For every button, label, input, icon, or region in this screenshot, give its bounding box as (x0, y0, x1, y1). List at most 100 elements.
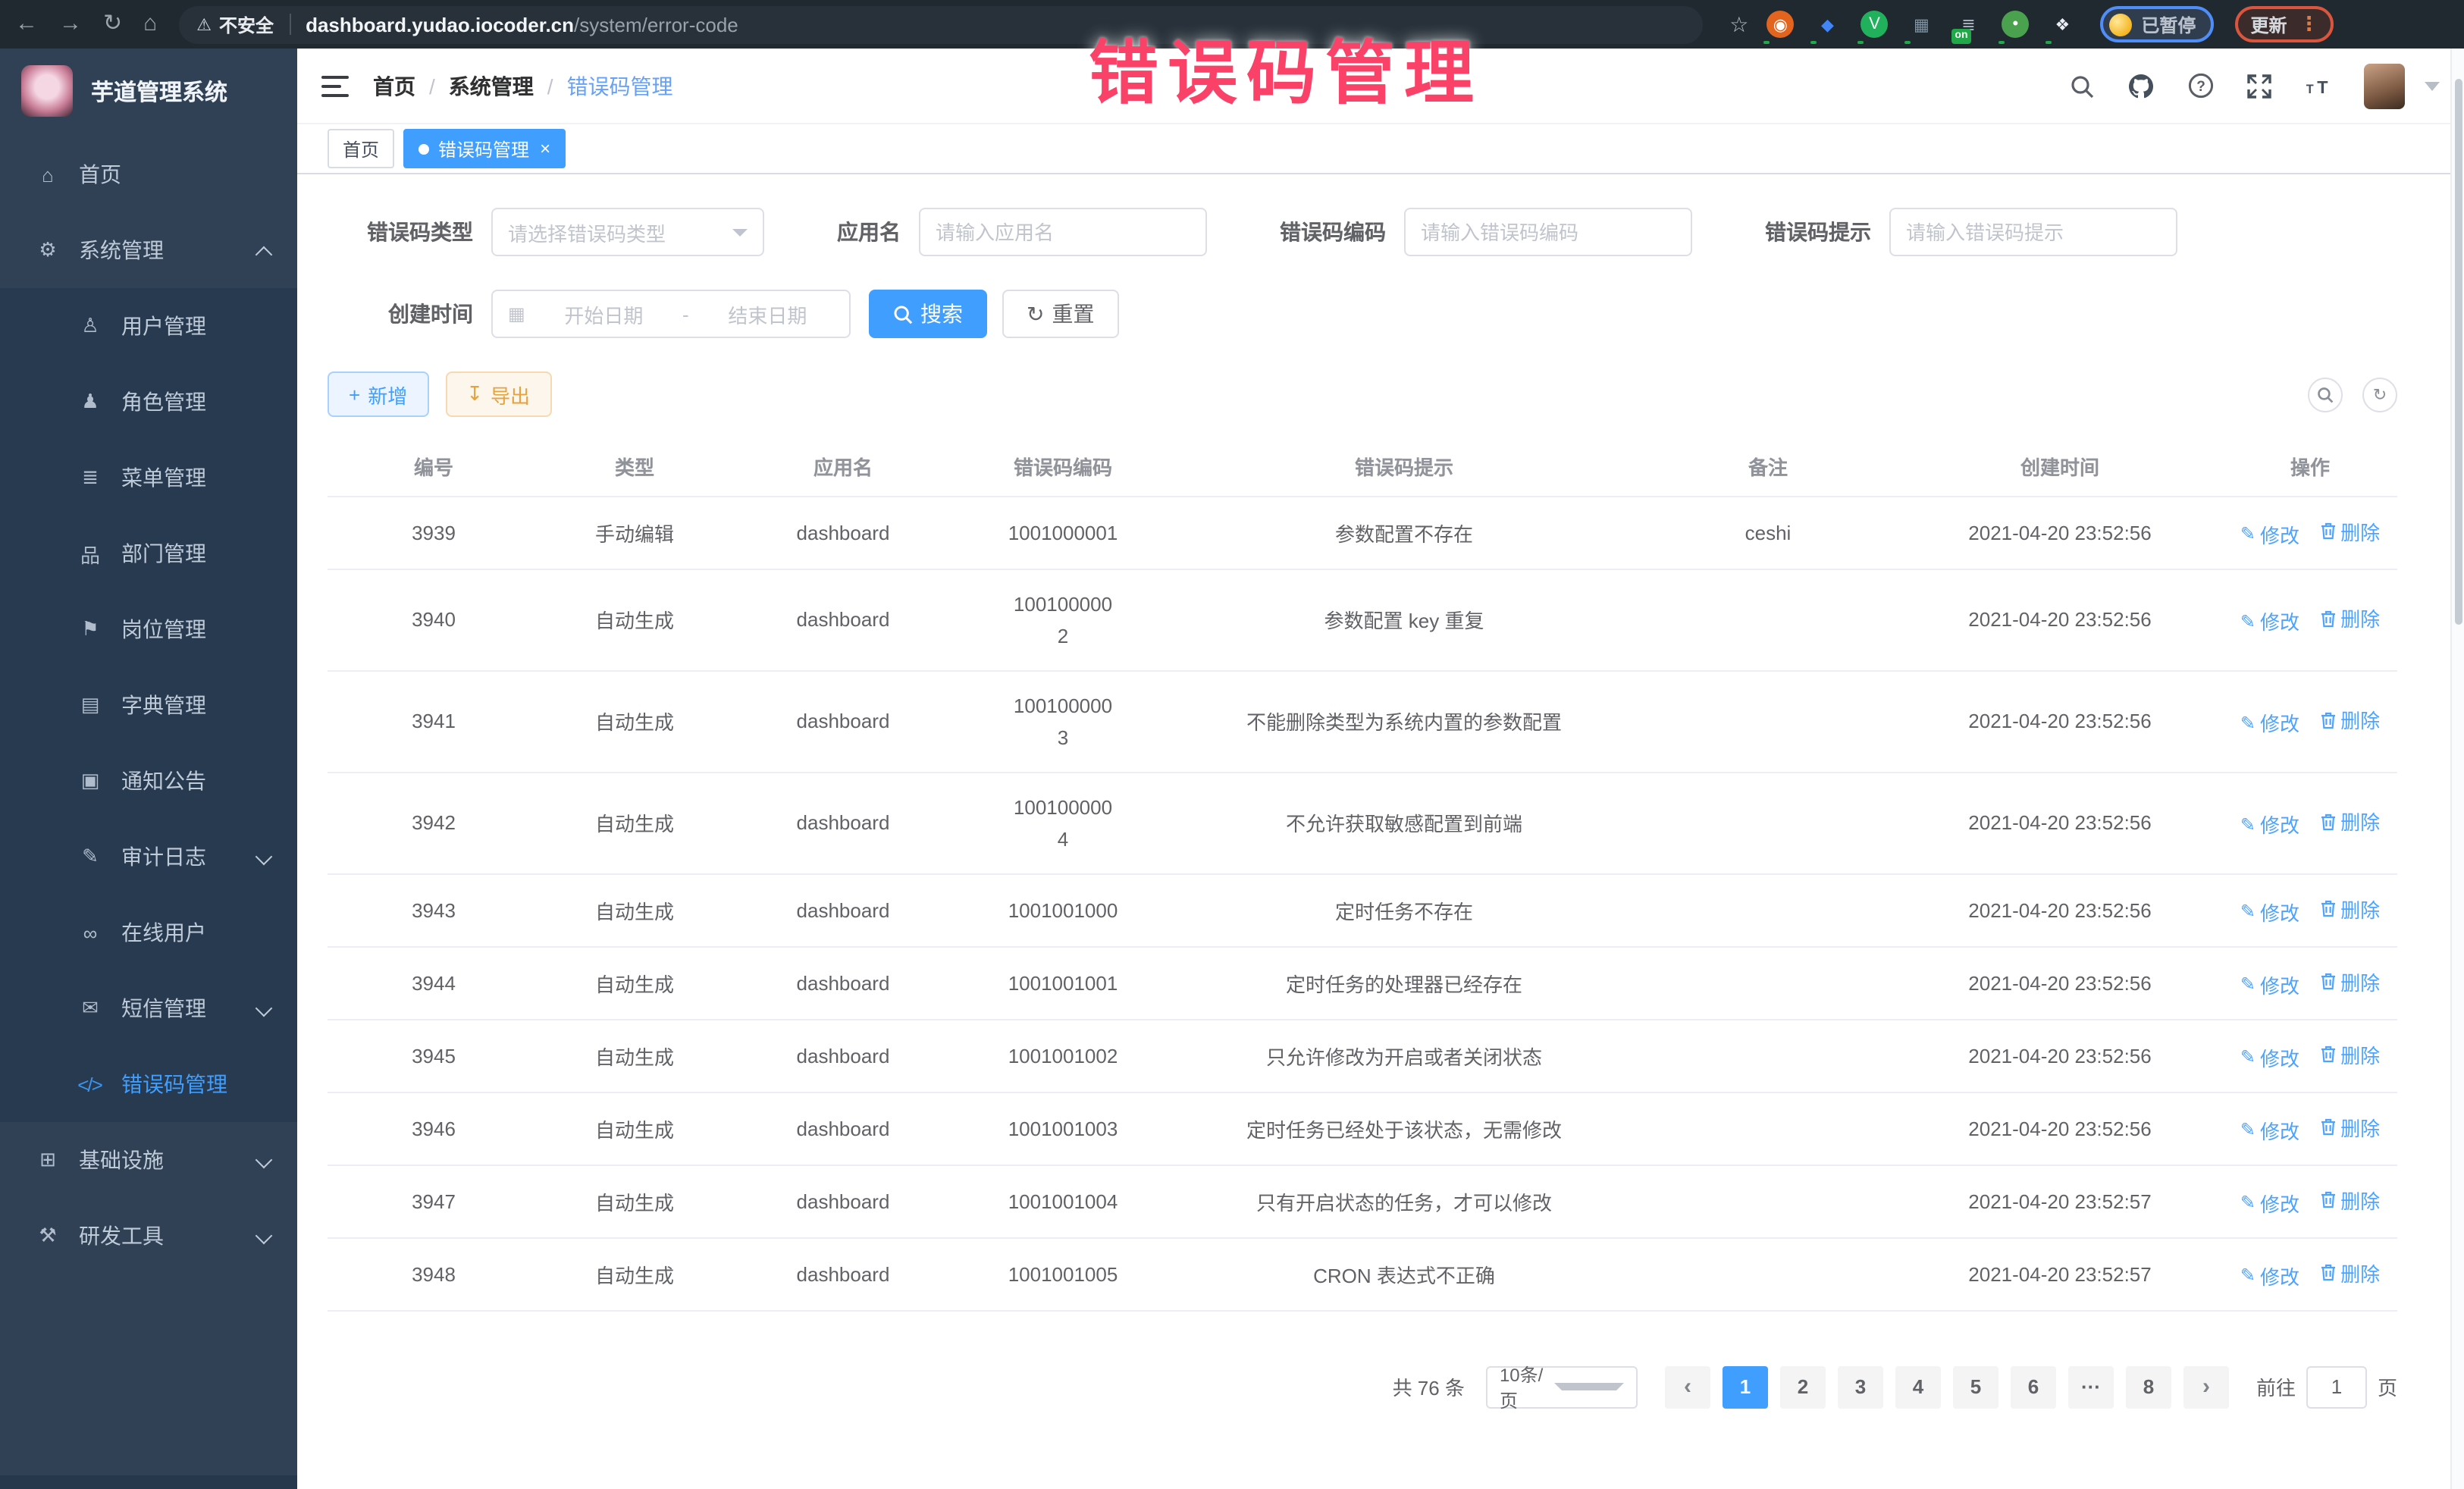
browser-menu-icon[interactable]: ⋮ (2299, 12, 2318, 36)
sidebar-menu-item[interactable]: ⚙ 系统管理 (0, 212, 297, 288)
edit-link[interactable]: ✎修改 (2240, 1115, 2299, 1144)
sidebar-menu-item[interactable]: ✎ 审计日志 (0, 819, 297, 895)
trash-icon (2319, 1190, 2336, 1208)
delete-link[interactable]: 删除 (2319, 1112, 2380, 1141)
view-tab[interactable]: 首页 × (328, 129, 394, 168)
goto-page-input[interactable] (2306, 1365, 2367, 1408)
extension-shield[interactable]: ◉ (1766, 11, 1794, 38)
next-page-button[interactable]: › (2183, 1365, 2229, 1408)
extension-v[interactable]: V (1861, 11, 1888, 38)
extension-key[interactable]: • (2002, 11, 2029, 38)
fullscreen-icon[interactable] (2246, 72, 2273, 99)
user-avatar[interactable] (2364, 63, 2405, 108)
delete-link[interactable]: 删除 (2319, 967, 2380, 995)
bookmark-star-icon[interactable]: ☆ (1729, 11, 1748, 37)
close-icon[interactable]: × (540, 139, 550, 158)
edit-link[interactable]: ✎修改 (2240, 708, 2299, 737)
breadcrumb-item[interactable]: 首页 / (373, 71, 449, 101)
browser-nav: ← → ↻ ⌂ (15, 0, 157, 49)
page-button[interactable]: ··· (2068, 1365, 2114, 1408)
sidebar-menu-item[interactable]: ▤ 字典管理 (0, 667, 297, 743)
reload-icon[interactable]: ↻ (103, 0, 122, 49)
font-size-icon[interactable]: TT (2305, 72, 2332, 99)
profile-paused-badge[interactable]: 已暂停 (2100, 6, 2214, 42)
delete-link[interactable]: 删除 (2319, 603, 2380, 632)
edit-link[interactable]: ✎修改 (2240, 1261, 2299, 1290)
delete-link[interactable]: 删除 (2319, 705, 2380, 734)
sidebar-menu-item[interactable]: ≣ 菜单管理 (0, 440, 297, 516)
search-button[interactable]: 搜索 (869, 290, 987, 338)
edit-icon: ✎ (2240, 1119, 2256, 1140)
trash-icon (2319, 710, 2336, 729)
breadcrumb-item[interactable]: 系统管理 / (449, 71, 567, 101)
errcode-code-input[interactable] (1404, 208, 1692, 256)
search-icon[interactable] (2068, 72, 2096, 99)
avatar-caret-icon[interactable] (2425, 81, 2440, 90)
delete-link[interactable]: 删除 (2319, 807, 2380, 835)
sidebar-menu-item[interactable]: ⌂ 首页 (0, 136, 297, 212)
page-size-select[interactable]: 10条/页 (1486, 1365, 1638, 1408)
page-button[interactable]: 2 (1780, 1365, 1826, 1408)
extension-proxy[interactable]: ≣on (1955, 11, 1982, 38)
sidebar-menu-item[interactable]: ✉ 短信管理 (0, 970, 297, 1046)
errcode-type-select[interactable]: 请选择错误码类型 (491, 208, 764, 256)
help-icon[interactable]: ? (2187, 72, 2214, 99)
extension-gem[interactable]: ◆ (1814, 11, 1841, 38)
breadcrumb-item[interactable]: 错误码管理 (567, 71, 673, 101)
sidebar-menu-item[interactable]: 品 部门管理 (0, 516, 297, 591)
cell-actions: ✎修改删除 (2223, 873, 2397, 946)
page-button[interactable]: 4 (1895, 1365, 1941, 1408)
delete-link[interactable]: 删除 (2319, 894, 2380, 923)
prev-page-button[interactable]: ‹ (1665, 1365, 1710, 1408)
sidebar-menu-item[interactable]: ⚑ 岗位管理 (0, 591, 297, 667)
forward-icon[interactable]: → (59, 0, 82, 49)
delete-link[interactable]: 删除 (2319, 1185, 2380, 1214)
table-row: 3945 自动生成 dashboard 1001001002 只允许修改为开启或… (328, 1019, 2397, 1092)
page-button[interactable]: 8 (2126, 1365, 2171, 1408)
extension-puzzle[interactable]: ❖ (2049, 11, 2076, 38)
app-name-input[interactable] (919, 208, 1207, 256)
delete-link[interactable]: 删除 (2319, 1039, 2380, 1068)
page-button[interactable]: 6 (2011, 1365, 2056, 1408)
add-button[interactable]: + 新增 (328, 371, 428, 417)
extension-grid[interactable]: ▦ (1908, 11, 1935, 38)
edit-link[interactable]: ✎修改 (2240, 897, 2299, 926)
page-scrollbar[interactable] (2450, 49, 2464, 1489)
page-button[interactable]: 1 (1723, 1365, 1768, 1408)
edit-link[interactable]: ✎修改 (2240, 970, 2299, 998)
annotation-overlay-title: 错误码管理 (1089, 18, 1483, 118)
sidebar-menu-item[interactable]: ∞ 在线用户 (0, 895, 297, 970)
back-icon[interactable]: ← (15, 0, 38, 49)
reset-button[interactable]: ↻ 重置 (1002, 290, 1118, 338)
edit-link[interactable]: ✎修改 (2240, 1188, 2299, 1217)
export-button[interactable]: ↧ 导出 (445, 371, 551, 417)
github-icon[interactable] (2127, 72, 2155, 99)
browser-update-button[interactable]: 更新 ⋮ (2235, 6, 2334, 42)
hamburger-icon[interactable] (321, 75, 349, 96)
menu-item-label: 基础设施 (79, 1145, 164, 1175)
toggle-search-button[interactable] (2308, 377, 2343, 412)
errcode-msg-input[interactable] (1889, 208, 2177, 256)
sidebar-menu-item[interactable]: ⚒ 研发工具 (0, 1198, 297, 1274)
cell-memo (1639, 1237, 1897, 1310)
view-tab[interactable]: 错误码管理 × (403, 129, 566, 168)
page-button[interactable]: 5 (1953, 1365, 1998, 1408)
sidebar-menu-item[interactable]: ♟ 角色管理 (0, 364, 297, 440)
edit-link[interactable]: ✎修改 (2240, 607, 2299, 635)
chevron-down-icon (258, 851, 270, 863)
sidebar-menu-item[interactable]: </> 错误码管理 (0, 1046, 297, 1122)
edit-link[interactable]: ✎修改 (2240, 519, 2299, 548)
edit-link[interactable]: ✎修改 (2240, 1042, 2299, 1071)
scrollbar-thumb[interactable] (2455, 79, 2462, 625)
home-icon[interactable]: ⌂ (143, 0, 157, 49)
refresh-table-button[interactable]: ↻ (2362, 377, 2397, 412)
sidebar-menu-item[interactable]: ♙ 用户管理 (0, 288, 297, 364)
delete-link[interactable]: 删除 (2319, 516, 2380, 545)
page-button[interactable]: 3 (1838, 1365, 1883, 1408)
app-logo[interactable]: 芋道管理系统 (0, 49, 297, 133)
create-time-range-picker[interactable]: ▦ 开始日期 - 结束日期 (491, 290, 851, 338)
sidebar-menu-item[interactable]: ⊞ 基础设施 (0, 1122, 297, 1198)
edit-link[interactable]: ✎修改 (2240, 810, 2299, 839)
delete-link[interactable]: 删除 (2319, 1258, 2380, 1287)
sidebar-menu-item[interactable]: ▣ 通知公告 (0, 743, 297, 819)
